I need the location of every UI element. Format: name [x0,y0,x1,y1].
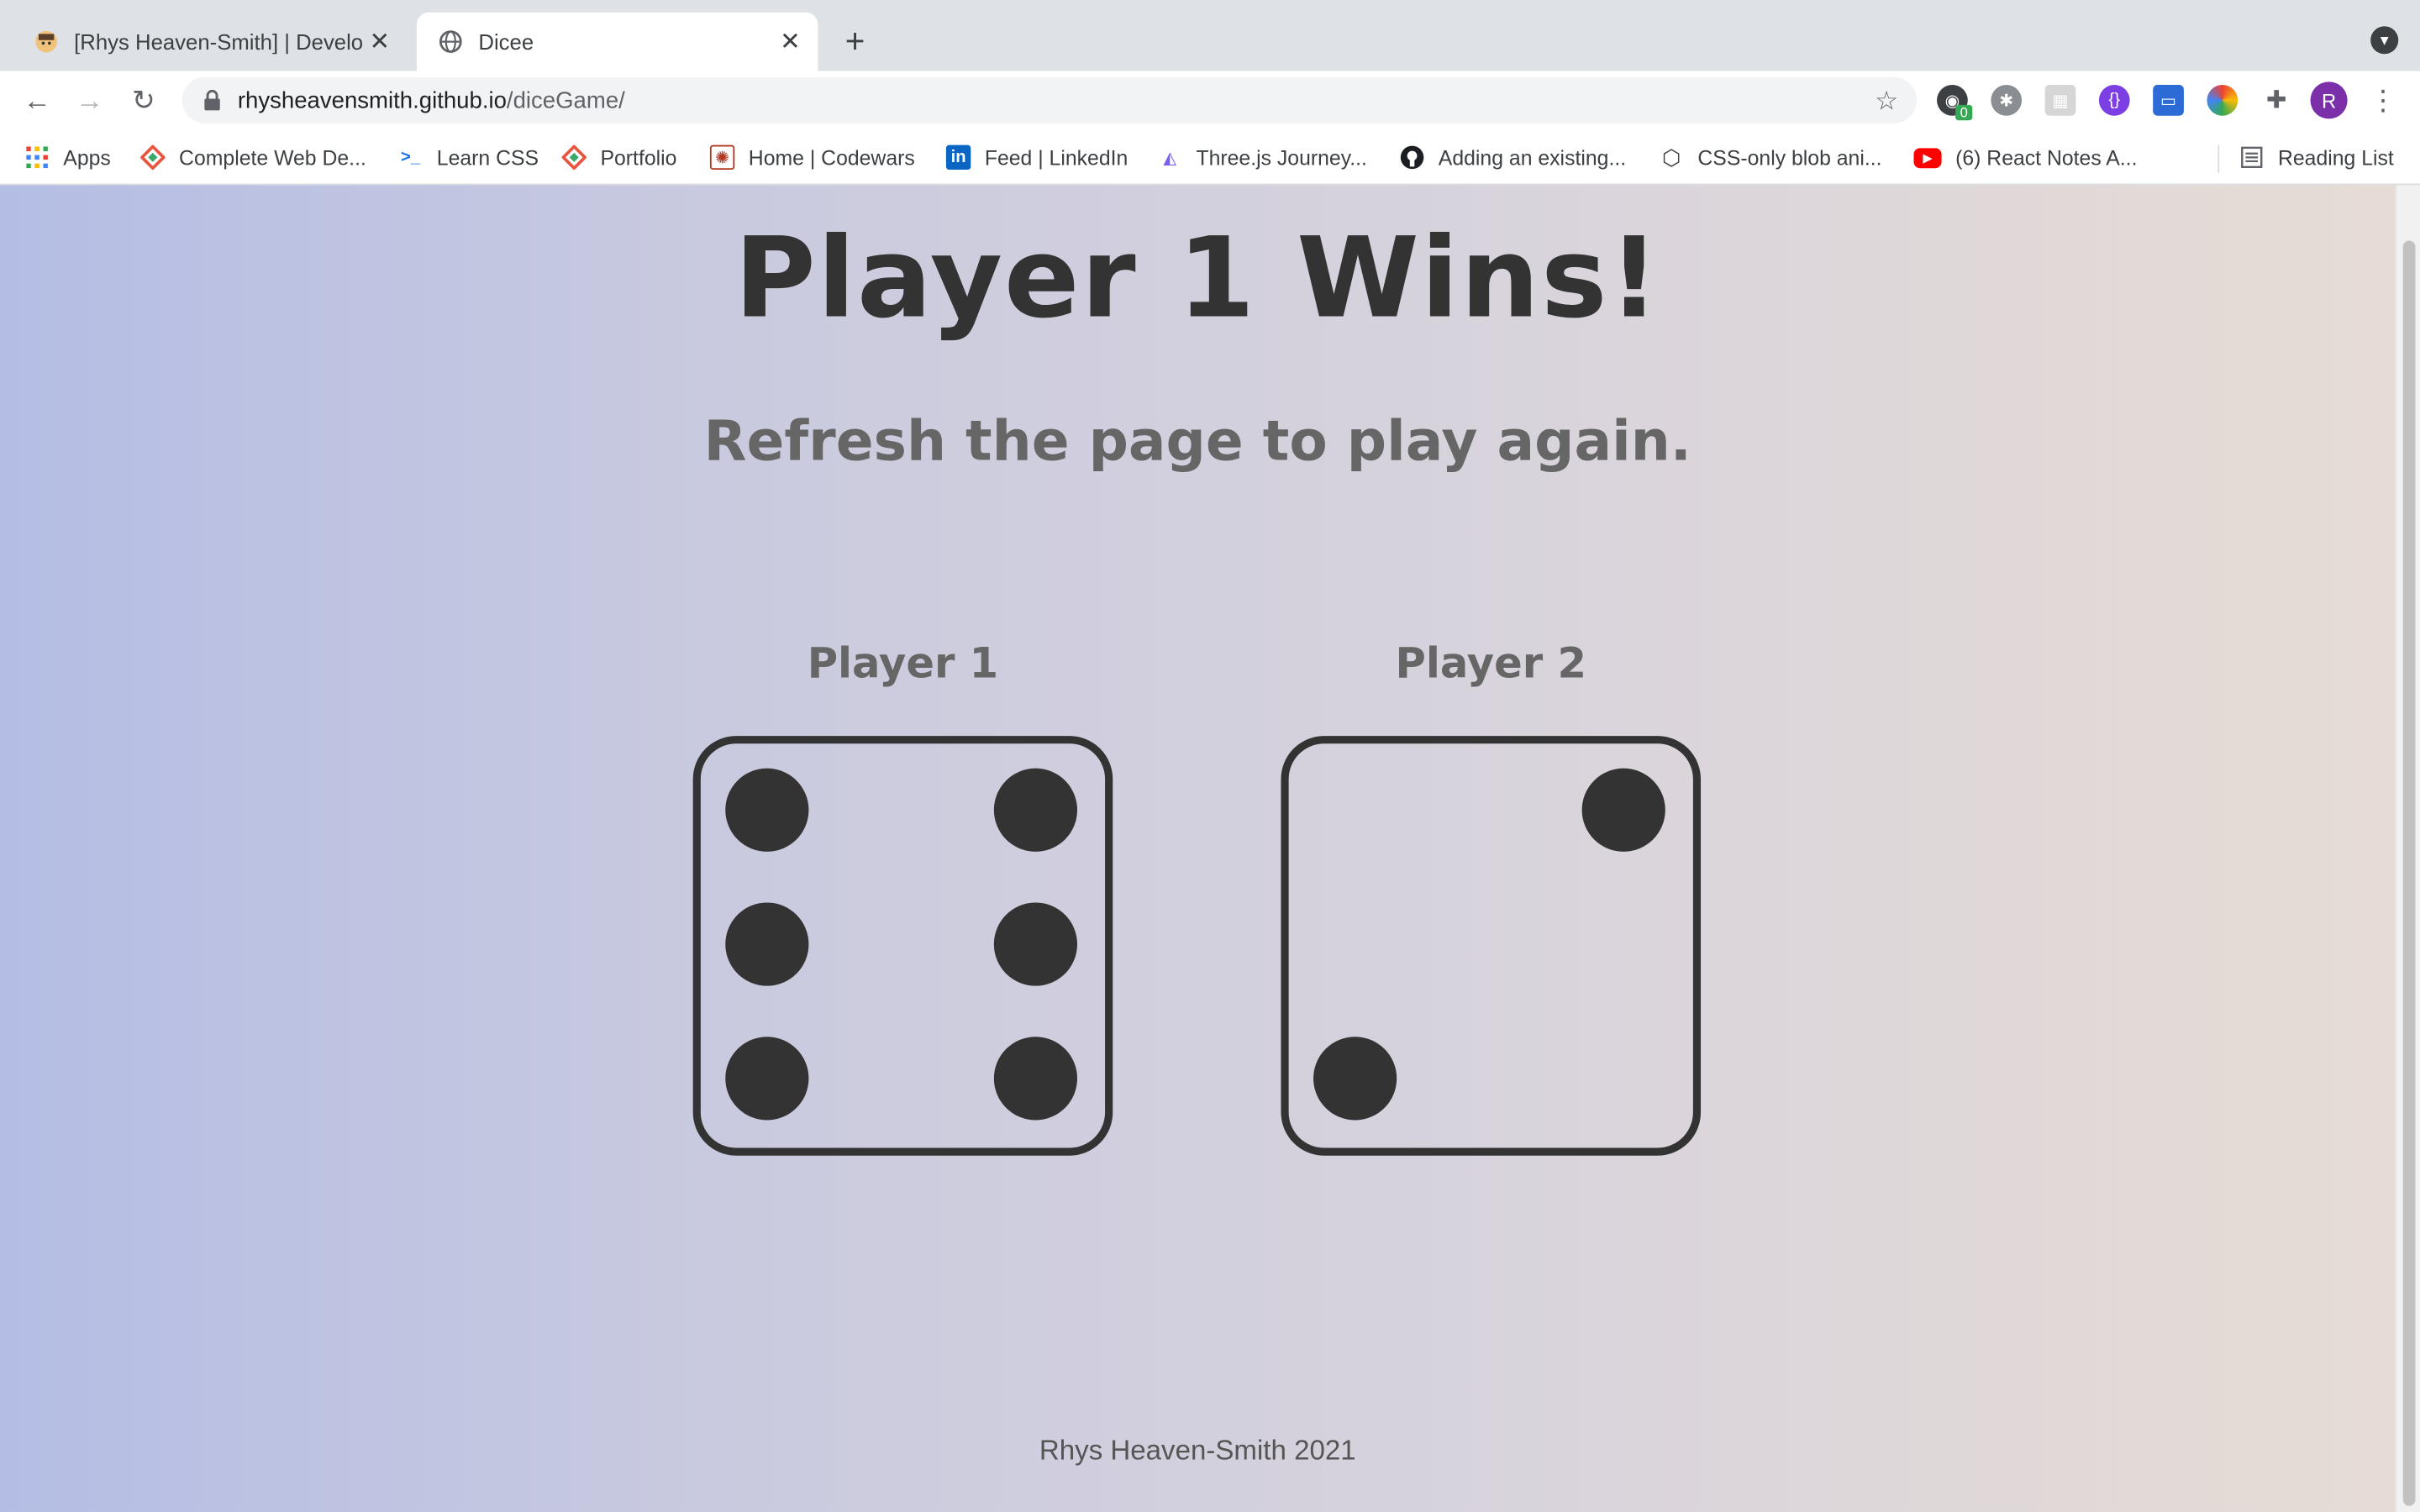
extension-color-picker-icon[interactable] [2207,85,2238,116]
reading-list-label: Reading List [2277,145,2394,170]
bookmark-label: Feed | LinkedIn [984,145,1128,170]
reload-icon[interactable]: ↻ [128,84,159,116]
winner-headline: Player 1 Wins! [734,213,1661,343]
die-pip [1313,1037,1397,1121]
bookmark-label: Adding an existing... [1438,145,1627,170]
tab-developer[interactable]: [Rhys Heaven-Smith] | Develop ✕ [13,13,408,71]
close-icon[interactable]: ✕ [364,26,395,57]
bookmark-label: CSS-only blob ani... [1697,145,1882,170]
globe-icon [439,29,463,54]
new-tab-button[interactable]: + [835,22,876,62]
page-content: Player 1 Wins! Refresh the page to play … [0,185,2396,1512]
extension-grid-icon[interactable]: ▦ [2044,85,2076,116]
bookmark-label: Home | Codewars [748,145,915,170]
bookmark-linkedin[interactable]: in Feed | LinkedIn [945,144,1128,171]
back-icon[interactable]: ← [22,84,53,116]
bookmark-apps[interactable]: Apps [24,144,111,171]
bookmark-threejs[interactable]: ◭ Three.js Journey... [1158,144,1367,171]
player-2-die [1281,736,1702,1156]
tab-strip: [Rhys Heaven-Smith] | Develop ✕ Dicee ✕ … [0,0,2420,71]
youtube-icon: ▶ [1913,147,1942,168]
bookmark-github[interactable]: Adding an existing... [1400,144,1626,171]
reading-list-icon [2239,145,2264,170]
extension-badge: 0 [1955,104,1973,121]
url-path: /diceGame/ [506,87,625,113]
bookmark-css-blob[interactable]: ⬡ CSS-only blob ani... [1659,144,1882,171]
browser-toolbar: ← → ↻ rhysheavensmith.github.io/diceGame… [0,71,2420,130]
player-1-die [692,736,1113,1156]
bookmark-react-notes[interactable]: ▶ (6) React Notes A... [1913,144,2138,171]
bookmark-label: Three.js Journey... [1196,145,1367,170]
tab-title: Dicee [478,29,534,55]
menu-dots-icon[interactable]: ⋮ [2369,84,2396,116]
player-2-label: Player 2 [1395,640,1586,689]
url-host: rhysheavensmith.github.io [237,87,507,113]
die-pip [1581,768,1665,852]
linkedin-icon: in [945,144,971,171]
bookmark-label: Learn CSS [436,145,539,170]
address-bar[interactable]: rhysheavensmith.github.io/diceGame/ ☆ [182,76,1918,123]
lock-icon[interactable] [201,89,223,112]
reading-list-button[interactable]: Reading List [2239,144,2394,171]
portfolio-logo-icon [561,144,587,171]
bookmark-separator [2217,144,2220,173]
profile-avatar[interactable]: R [2310,81,2348,119]
tab-search-icon[interactable]: ▼ [2370,26,2399,55]
bookmark-complete-web-dev[interactable]: Complete Web De... [140,144,366,171]
bookmark-star-icon[interactable]: ☆ [1875,87,1898,118]
bookmark-label: (6) React Notes A... [1955,145,2138,170]
die-pip [725,768,809,852]
die-pip [993,1037,1078,1121]
apps-grid-icon [24,145,49,170]
bookmark-label: Portfolio [600,145,677,170]
bookmark-label: Complete Web De... [179,145,366,170]
extension-braces-icon[interactable]: {} [2098,85,2130,116]
scrollbar-thumb[interactable] [2402,240,2416,1506]
page-scrollbar[interactable] [2395,185,2420,1512]
avatar-emoji-icon [34,29,58,54]
die-pip [993,768,1078,852]
bookmark-learn-css[interactable]: >_ Learn CSS [398,144,539,171]
bookmark-codewars[interactable]: ✺ Home | Codewars [709,144,915,171]
tab-dicee[interactable]: Dicee ✕ [416,12,818,71]
footer-credit: Rhys Heaven-Smith 2021 [1039,1435,1356,1466]
die-pip [725,1037,809,1121]
bookmark-label: Apps [63,145,111,170]
die-pip [725,902,809,986]
extension-bug-icon[interactable]: ✱ [1991,85,2023,116]
refresh-instruction: Refresh the page to play again. [703,410,1691,474]
codewars-icon: ✺ [709,144,735,171]
tab-title: [Rhys Heaven-Smith] | Develop [74,29,365,55]
bookmarks-bar: Apps Complete Web De... >_ Learn CSS Por… [0,129,2420,186]
extension-ruler-icon[interactable]: ▭ [2153,85,2184,116]
close-icon[interactable]: ✕ [775,26,806,57]
learn-css-icon: >_ [401,148,421,167]
forward-icon[interactable]: → [74,84,105,116]
threejs-icon: ◭ [1163,149,1176,168]
die-pip [993,902,1078,986]
course-logo-icon [140,144,166,171]
extensions-puzzle-icon[interactable]: ✚ [2261,85,2292,116]
player-1-label: Player 1 [807,640,999,689]
github-icon [1400,145,1424,170]
codepen-icon: ⬡ [1661,144,1681,170]
bookmark-portfolio[interactable]: Portfolio [561,144,677,171]
